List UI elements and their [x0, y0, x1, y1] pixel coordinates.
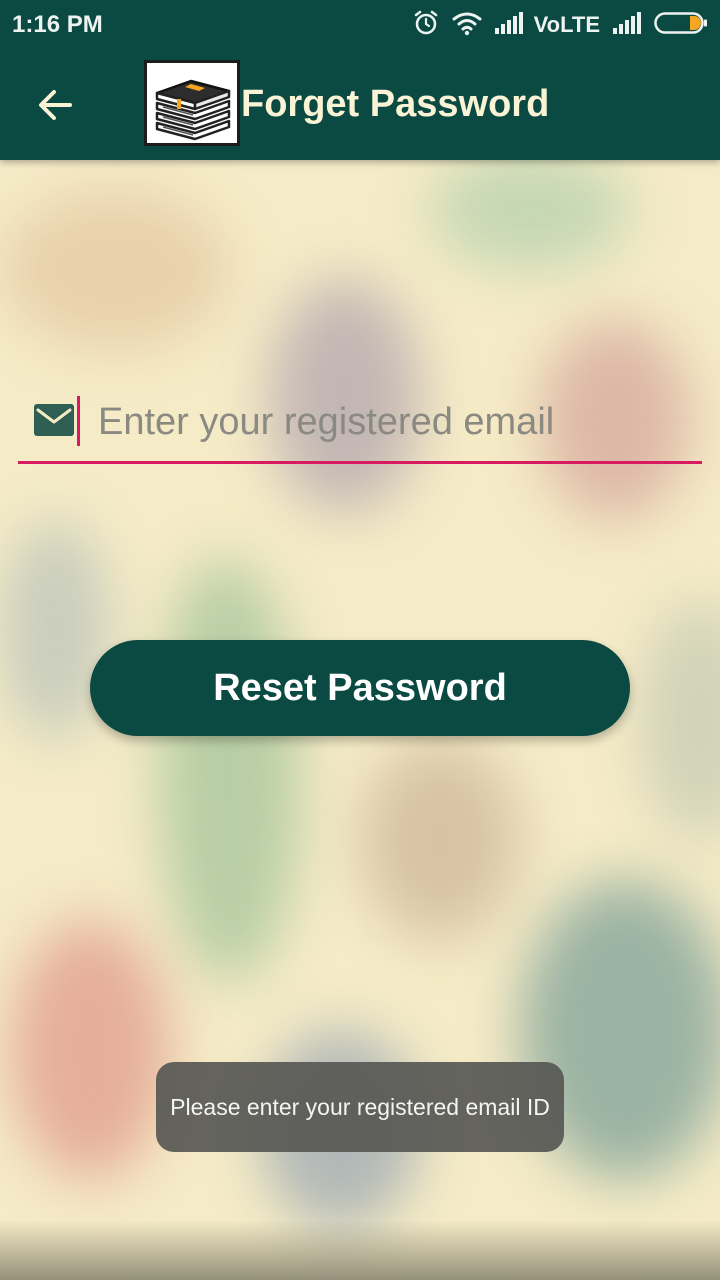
email-input[interactable]: [88, 392, 698, 452]
app-toolbar: Forget Password: [0, 50, 720, 160]
arrow-back-icon: [39, 90, 72, 120]
status-time: 1:16 PM: [12, 11, 103, 38]
app-logo: [144, 60, 240, 146]
text-cursor: [77, 396, 80, 446]
email-field-container: [18, 388, 702, 466]
back-button[interactable]: [30, 80, 80, 130]
page-title: Forget Password: [241, 83, 550, 125]
battery-icon: [654, 11, 708, 40]
signal-icon: [612, 11, 642, 40]
books-logo: [155, 79, 231, 141]
alarm-icon: [412, 9, 440, 42]
wifi-icon: [452, 10, 482, 41]
status-bar: 1:16 PM VoLTE: [0, 0, 720, 50]
reset-password-button[interactable]: Reset Password: [90, 640, 630, 736]
network-label: VoLTE: [533, 12, 600, 37]
signal-icon: [494, 11, 524, 40]
status-icons: VoLTE: [400, 9, 708, 41]
toast-message: Please enter your registered email ID: [156, 1062, 564, 1152]
email-icon: [34, 404, 74, 436]
email-field-underline: [18, 461, 702, 464]
